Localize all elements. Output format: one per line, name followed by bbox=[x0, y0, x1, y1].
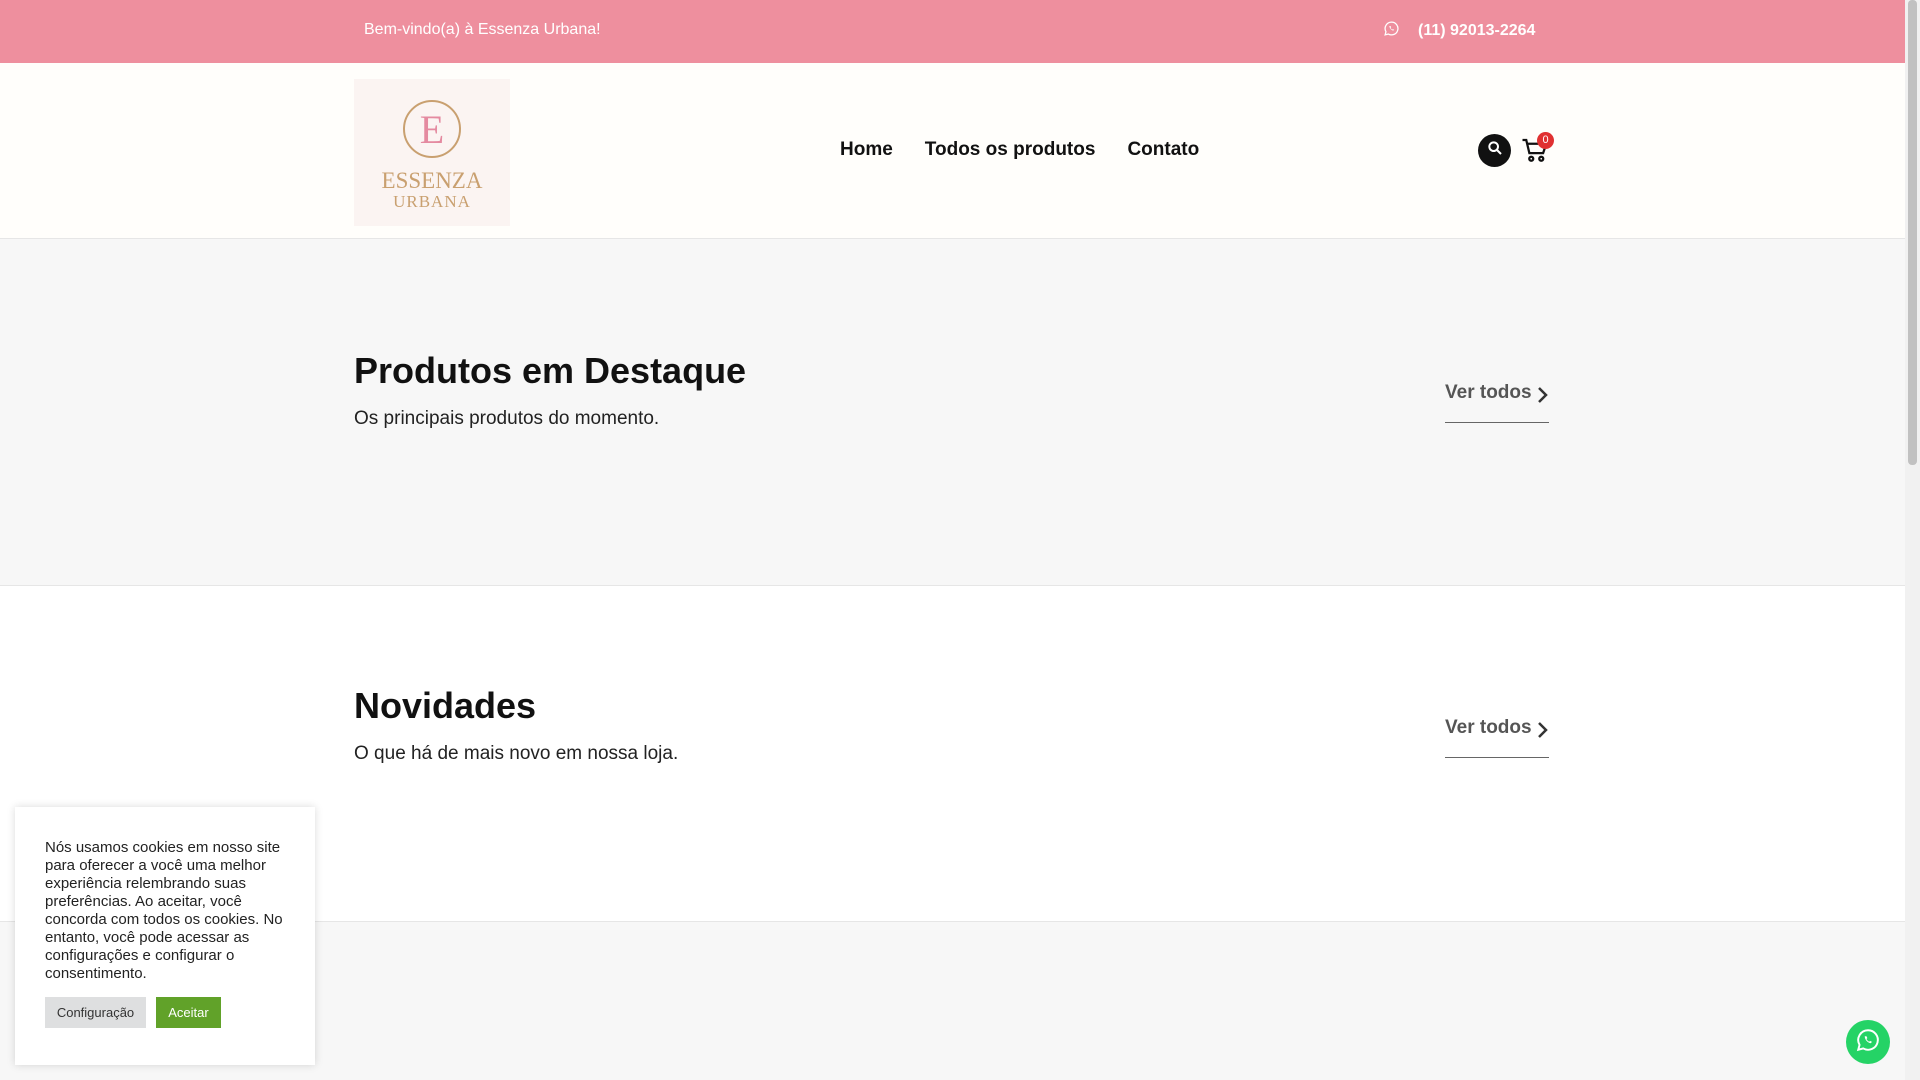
featured-subtitle: Os principais produtos do momento. bbox=[354, 408, 660, 429]
view-all-label: Ver todos bbox=[1445, 382, 1532, 403]
site-header: E ESSENZA URBANA Home Todos os produtos … bbox=[0, 63, 1905, 239]
whatsapp-icon bbox=[1383, 20, 1400, 42]
cart-icon bbox=[1520, 138, 1550, 169]
new-title: Novidades bbox=[354, 685, 537, 726]
featured-section: Produtos em Destaque Os principais produ… bbox=[0, 239, 1905, 586]
logo[interactable]: E ESSENZA URBANA bbox=[354, 79, 510, 226]
cookie-accept-button[interactable]: Aceitar bbox=[156, 997, 221, 1028]
cookie-banner: Nós usamos cookies em nosso site para of… bbox=[15, 807, 315, 1065]
logo-letter: E bbox=[420, 107, 444, 152]
new-subtitle: O que há de mais novo em nossa loja. bbox=[354, 743, 679, 764]
search-icon bbox=[1487, 140, 1503, 161]
main-nav: Home Todos os produtos Contato bbox=[840, 139, 1199, 161]
cart-count-badge: 0 bbox=[1537, 132, 1554, 149]
nav-all-products[interactable]: Todos os produtos bbox=[925, 139, 1096, 161]
whatsapp-float-button[interactable] bbox=[1846, 1020, 1890, 1064]
scrollbar-thumb[interactable] bbox=[1908, 0, 1917, 465]
chevron-right-icon bbox=[1535, 721, 1549, 745]
cookie-text: Nós usamos cookies em nosso site para of… bbox=[45, 839, 283, 982]
cookie-settings-button[interactable]: Configuração bbox=[45, 997, 146, 1028]
logo-line1: ESSENZA bbox=[382, 168, 483, 193]
featured-view-all-link[interactable]: Ver todos bbox=[1445, 382, 1549, 423]
phone-contact[interactable]: (11) 92013-2264 bbox=[1383, 18, 1535, 44]
logo-line2: URBANA bbox=[393, 192, 471, 211]
whatsapp-icon bbox=[1855, 1027, 1881, 1058]
view-all-label: Ver todos bbox=[1445, 717, 1532, 738]
nav-home[interactable]: Home bbox=[840, 139, 893, 161]
new-view-all-link[interactable]: Ver todos bbox=[1445, 717, 1549, 758]
chevron-right-icon bbox=[1535, 386, 1549, 410]
nav-contact[interactable]: Contato bbox=[1127, 139, 1199, 161]
welcome-text: Bem-vindo(a) à Essenza Urbana! bbox=[364, 21, 601, 38]
page-scrollbar[interactable] bbox=[1905, 0, 1920, 1080]
phone-number[interactable]: (11) 92013-2264 bbox=[1418, 22, 1535, 40]
top-bar: Bem-vindo(a) à Essenza Urbana! (11) 9201… bbox=[0, 0, 1905, 63]
search-button[interactable] bbox=[1478, 134, 1511, 167]
featured-title: Produtos em Destaque bbox=[354, 350, 747, 391]
